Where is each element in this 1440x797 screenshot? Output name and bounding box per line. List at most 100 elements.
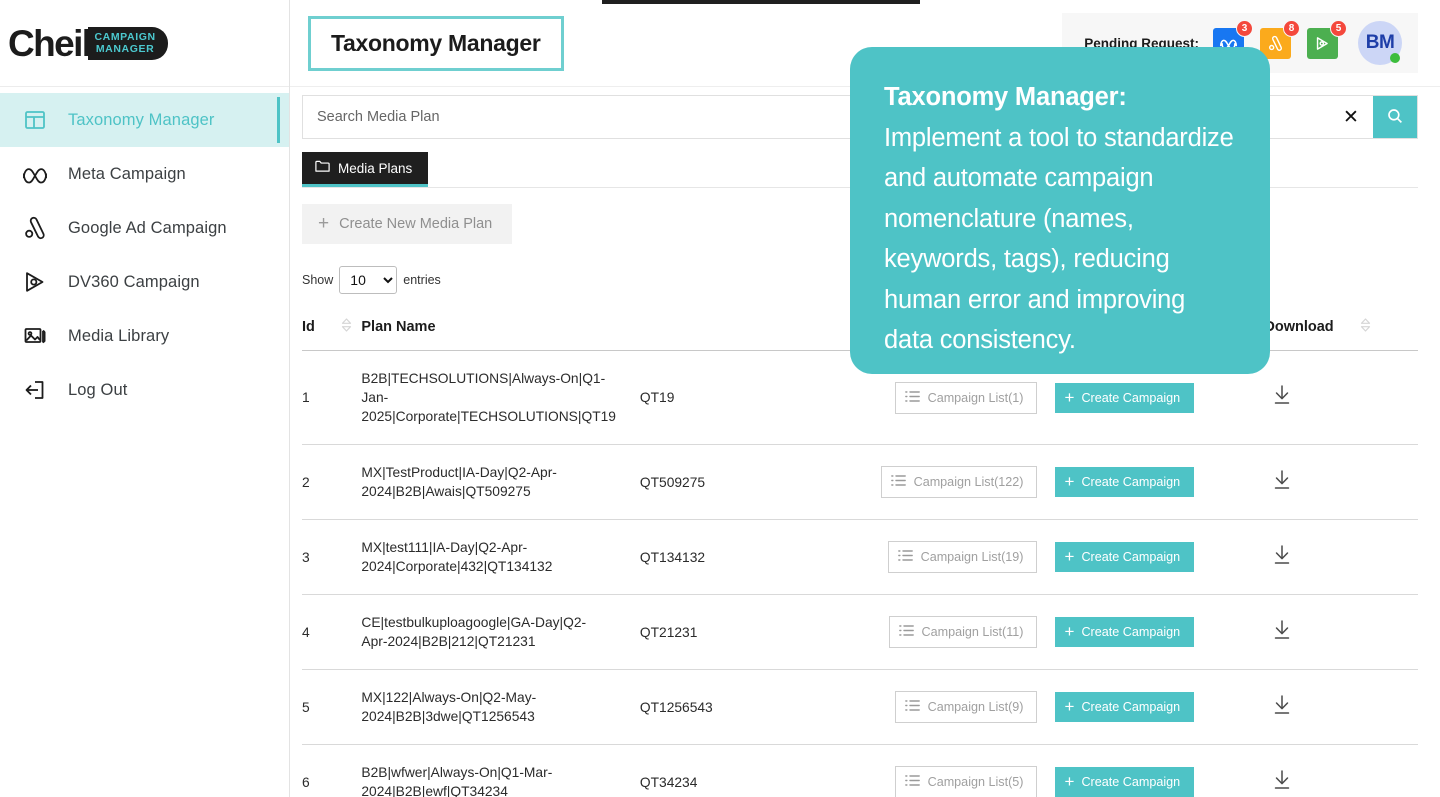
campaign-list-button[interactable]: Campaign List(1) [894,381,1037,414]
create-campaign-button[interactable]: + Create Campaign [1054,542,1195,572]
avatar[interactable]: BM [1358,21,1402,65]
column-header-qt[interactable] [639,308,845,351]
download-icon[interactable] [1272,619,1292,641]
cell-create-campaign: + Create Campaign [1054,744,1265,797]
search-icon [1386,107,1404,128]
cell-campaign-list: Campaign List(9) [844,669,1055,745]
create-new-media-plan-label: Create New Media Plan [339,216,493,232]
tab-label: Media Plans [338,160,413,176]
logo-text: Cheil [8,22,92,64]
column-header-id[interactable]: Id [302,308,362,351]
meta-icon [22,161,48,187]
cell-campaign-list: Campaign List(122) [844,444,1055,520]
cell-qt: QT21231 [639,594,845,670]
create-new-media-plan-button[interactable]: + Create New Media Plan [302,204,513,244]
layout-icon [22,107,48,133]
show-entries-prefix: Show [302,273,334,287]
sidebar-item-dv360-campaign[interactable]: DV360 Campaign [0,255,289,309]
app-root: Cheil CAMPAIGN MANAGER Taxonomy Manager [0,0,1440,797]
search-submit-button[interactable] [1373,96,1417,138]
cell-campaign-list: Campaign List(5) [844,744,1055,797]
sort-icon [341,318,352,336]
cell-id: 6 [302,744,362,797]
create-campaign-button[interactable]: + Create Campaign [1054,382,1195,413]
sidebar-item-log-out[interactable]: Log Out [0,363,289,417]
cell-id: 2 [302,444,362,520]
column-header-plan-name[interactable]: Plan Name [361,308,640,351]
sidebar-item-label: Media Library [68,326,170,345]
table-row: 5 MX|122|Always-On|Q2-May-2024|B2B|3dwe|Q… [302,669,1418,745]
table-row: 4 CE|testbulkuploagoogle|GA-Day|Q2-Apr-20… [302,594,1418,670]
download-icon[interactable] [1272,694,1292,716]
plus-icon: + [1064,697,1075,716]
google-ads-icon [22,215,48,241]
sidebar-item-taxonomy-manager[interactable]: Taxonomy Manager [0,93,289,147]
cell-plan-name: B2B|wfwer|Always-On|Q1-Mar-2024|B2B|ewf|… [361,744,640,797]
create-campaign-button[interactable]: + Create Campaign [1054,692,1195,722]
create-campaign-label: Create Campaign [1081,390,1181,405]
list-icon [890,474,906,490]
cell-id: 1 [302,350,362,445]
download-icon[interactable] [1272,469,1292,491]
column-label: Plan Name [361,319,436,335]
cell-plan-name: CE|testbulkuploagoogle|GA-Day|Q2-Apr-202… [361,594,640,670]
download-icon[interactable] [1272,544,1292,566]
media-plans-table: Id Plan Name Download 1 B2B|TECHSOLUTION… [302,308,1418,797]
cell-qt: QT134132 [639,519,845,595]
sidebar-item-label: DV360 Campaign [68,272,200,291]
sidebar-nav: Taxonomy Manager Meta Campaign Google Ad… [0,87,289,417]
sidebar-item-google-ad-campaign[interactable]: Google Ad Campaign [0,201,289,255]
plus-icon: + [1064,547,1075,566]
cell-download [1264,744,1418,797]
table-row: 3 MX|test111|IA-Day|Q2-Apr-2024|Corporate… [302,519,1418,595]
cell-plan-name: MX|TestProduct|IA-Day|Q2-Apr-2024|B2B|Aw… [361,444,640,520]
list-icon [904,774,920,790]
campaign-list-button[interactable]: Campaign List(122) [880,466,1037,498]
create-campaign-label: Create Campaign [1081,625,1181,639]
cell-create-campaign: + Create Campaign [1054,594,1265,670]
folder-icon [315,160,330,176]
create-campaign-label: Create Campaign [1081,475,1181,489]
campaign-list-button[interactable]: Campaign List(11) [888,616,1037,648]
plus-icon: + [1064,772,1075,791]
pending-google-ads-badge: 8 [1283,19,1300,37]
table-body: 1 B2B|TECHSOLUTIONS|Always-On|Q1-Jan-2025… [302,350,1418,797]
sidebar-item-meta-campaign[interactable]: Meta Campaign [0,147,289,201]
cell-download [1264,444,1418,520]
cell-download [1264,350,1418,445]
create-campaign-button[interactable]: + Create Campaign [1054,617,1195,647]
campaign-list-button[interactable]: Campaign List(9) [894,691,1037,723]
create-campaign-button[interactable]: + Create Campaign [1054,467,1195,497]
pending-meta-badge: 3 [1236,19,1253,37]
dv360-icon [22,269,48,295]
campaign-list-label: Campaign List(19) [920,550,1024,564]
cell-create-campaign: + Create Campaign [1054,444,1265,520]
campaign-list-button[interactable]: Campaign List(5) [894,766,1037,797]
sidebar: Cheil CAMPAIGN MANAGER Taxonomy Manager [0,0,290,797]
cell-qt: QT509275 [639,444,845,520]
tab-media-plans[interactable]: Media Plans [302,152,429,187]
column-label: Download [1264,319,1334,335]
pending-dv360-button[interactable]: 5 [1307,19,1347,59]
entries-per-page-select[interactable]: 102550100 [339,266,398,294]
cell-plan-name: MX|test111|IA-Day|Q2-Apr-2024|Corporate|… [361,519,640,595]
show-entries-suffix: entries [403,273,441,287]
sidebar-item-media-library[interactable]: Media Library [0,309,289,363]
callout-text: Taxonomy Manager: Implement a tool to st… [884,77,1236,361]
create-campaign-label: Create Campaign [1081,550,1181,564]
main-content: Taxonomy Manager Pending Request: 3 8 5 … [290,0,1440,797]
sidebar-item-label: Meta Campaign [68,164,186,183]
cell-download [1264,669,1418,745]
download-icon[interactable] [1272,769,1292,791]
close-icon[interactable]: ✕ [1329,96,1373,138]
cell-download [1264,519,1418,595]
sidebar-item-label: Taxonomy Manager [68,110,215,129]
list-icon [898,624,914,640]
column-header-download[interactable]: Download [1264,308,1418,351]
sidebar-item-label: Log Out [68,380,128,399]
campaign-list-button[interactable]: Campaign List(19) [887,541,1037,573]
page-title: Taxonomy Manager [331,29,541,56]
create-campaign-button[interactable]: + Create Campaign [1054,767,1195,797]
download-icon[interactable] [1272,384,1292,406]
cell-create-campaign: + Create Campaign [1054,519,1265,595]
